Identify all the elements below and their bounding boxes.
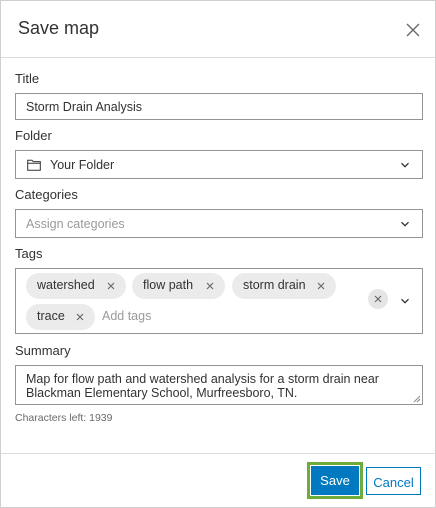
tag-chip-storm-drain[interactable]: storm drain (232, 273, 336, 299)
add-tags-placeholder: Add tags (102, 309, 152, 323)
characters-left: Characters left: 1939 (15, 412, 113, 424)
save-map-dialog: Save map Title Storm Drain Analysis Fold… (0, 0, 436, 508)
title-input-value: Storm Drain Analysis (26, 100, 143, 114)
folder-label: Folder (15, 128, 52, 143)
tag-chip-flow-path[interactable]: flow path (132, 273, 225, 299)
categories-select[interactable]: Assign categories (15, 209, 423, 238)
tag-label: storm drain (243, 278, 306, 292)
dialog-title: Save map (18, 18, 100, 38)
summary-value: Map for flow path and watershed analysis… (26, 372, 379, 400)
folder-select[interactable]: Your Folder (15, 150, 423, 179)
chevron-down-icon[interactable] (399, 295, 411, 307)
remove-tag-icon[interactable] (315, 280, 327, 292)
tags-label: Tags (15, 246, 43, 261)
title-input[interactable]: Storm Drain Analysis (15, 93, 423, 120)
folder-icon (27, 159, 41, 171)
tag-label: flow path (143, 278, 194, 292)
resize-handle-icon[interactable] (413, 395, 421, 403)
tag-label: watershed (37, 278, 95, 292)
remove-tag-icon[interactable] (105, 280, 117, 292)
close-icon (374, 295, 382, 303)
remove-tag-icon[interactable] (204, 280, 216, 292)
categories-placeholder: Assign categories (26, 217, 125, 231)
tag-chip-trace[interactable]: trace (26, 304, 95, 330)
close-button[interactable] (402, 19, 424, 41)
save-button[interactable]: Save (311, 466, 359, 495)
title-label: Title (15, 71, 40, 86)
dialog-header: Save map (1, 1, 435, 58)
chevron-down-icon (401, 162, 409, 168)
footer-divider (1, 453, 435, 454)
categories-label: Categories (15, 187, 78, 202)
summary-label: Summary (15, 343, 71, 358)
folder-value: Your Folder (50, 158, 115, 172)
summary-textarea[interactable]: Map for flow path and watershed analysis… (15, 365, 423, 405)
tag-chip-watershed[interactable]: watershed (26, 273, 126, 299)
close-icon (406, 23, 420, 37)
clear-tags-button[interactable] (368, 289, 388, 309)
chevron-down-icon (401, 221, 409, 227)
tag-label: trace (37, 309, 65, 323)
remove-tag-icon[interactable] (74, 311, 86, 323)
tags-input[interactable]: watershed flow path storm drain trace Ad… (15, 268, 423, 334)
cancel-button[interactable]: Cancel (366, 467, 421, 495)
